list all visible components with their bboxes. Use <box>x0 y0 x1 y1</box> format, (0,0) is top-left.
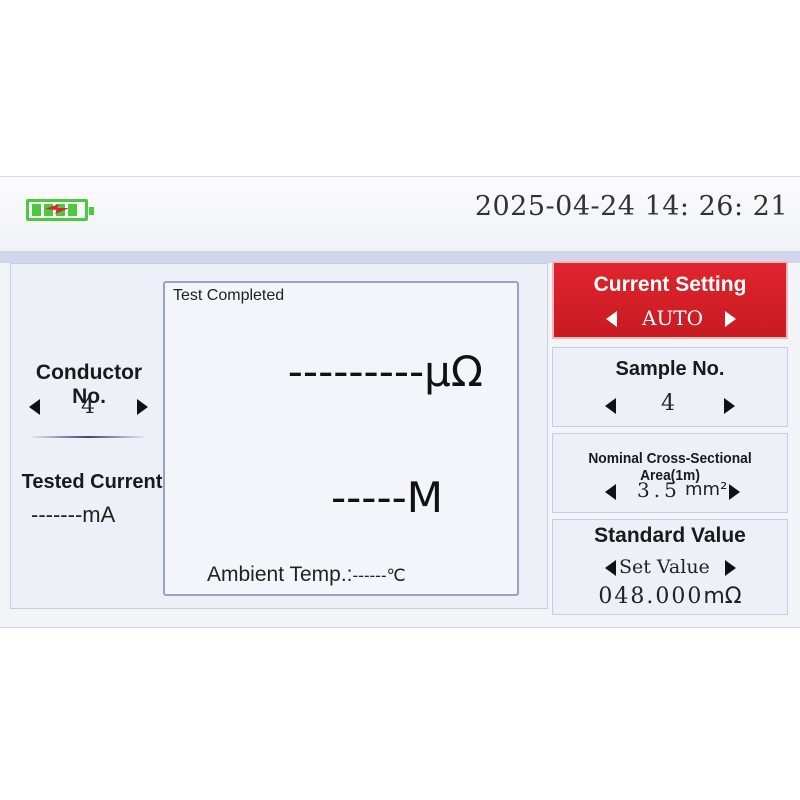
left-arrow-icon[interactable] <box>605 398 616 414</box>
test-status: Test Completed <box>173 287 285 304</box>
right-arrow-icon[interactable] <box>725 560 736 576</box>
resistance-reading: ---------μΩ <box>287 347 483 396</box>
conductor-value: 4 <box>81 394 95 419</box>
ambient-temp: Ambient Temp.:------℃ <box>207 563 406 587</box>
conductor-selector[interactable]: 4 <box>25 392 155 422</box>
datetime-display: 2025-04-24 14: 26: 21 <box>474 191 788 222</box>
divider <box>29 436 147 438</box>
standard-value-unit: mΩ <box>703 584 742 609</box>
sample-panel[interactable]: Sample No. 4 <box>552 347 788 427</box>
tested-current-label: Tested Current <box>21 471 163 493</box>
standard-value: 048.000mΩ <box>553 584 787 609</box>
current-setting-label: Current Setting <box>593 273 747 296</box>
length-reading: -----M <box>330 473 443 522</box>
tested-current-value: -------mA <box>31 502 116 527</box>
left-arrow-icon[interactable] <box>605 484 616 500</box>
cross-section-unit: mm² <box>685 479 728 500</box>
sample-value: 4 <box>661 391 675 416</box>
standard-value-number: 048.000 <box>598 584 704 609</box>
battery-charging-icon <box>26 199 94 221</box>
sample-label: Sample No. <box>615 358 725 380</box>
cross-section-value: 3.5 <box>637 478 681 502</box>
left-arrow-icon[interactable] <box>29 399 40 415</box>
right-arrow-icon[interactable] <box>729 484 740 500</box>
standard-value-panel[interactable]: Standard Value Set Value 048.000mΩ <box>552 519 788 615</box>
right-arrow-icon[interactable] <box>724 398 735 414</box>
set-value-label: Set Value <box>619 556 710 578</box>
standard-value-label: Standard Value <box>594 524 746 547</box>
ambient-label: Ambient Temp.: <box>207 563 353 586</box>
status-bar: 2025-04-24 14: 26: 21 <box>0 177 800 251</box>
current-setting-panel[interactable]: Current Setting AUTO <box>552 261 788 339</box>
cross-section-panel[interactable]: Nominal Cross-Sectional Area(1m) 3.5 mm² <box>552 433 788 513</box>
left-arrow-icon[interactable] <box>606 311 617 327</box>
left-arrow-icon[interactable] <box>605 560 616 576</box>
right-arrow-icon[interactable] <box>725 311 736 327</box>
reading-display: Test Completed ---------μΩ -----M Ambien… <box>163 281 519 596</box>
measurement-panel: Conductor No. 4 Tested Current -------mA… <box>10 263 548 609</box>
right-arrow-icon[interactable] <box>137 399 148 415</box>
device-screen: 2025-04-24 14: 26: 21 Conductor No. 4 Te… <box>0 176 800 628</box>
ambient-value: ------℃ <box>352 566 406 585</box>
current-setting-value: AUTO <box>642 306 704 330</box>
